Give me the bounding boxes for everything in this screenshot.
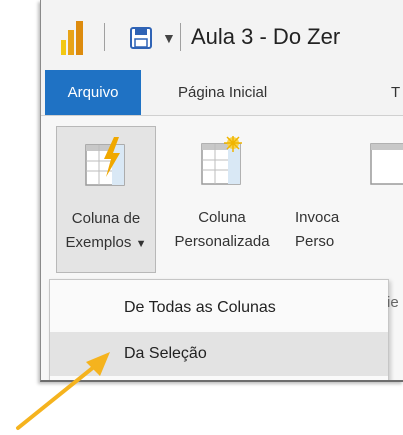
menu-item-da-selecao[interactable]: Da Seleção	[50, 332, 388, 376]
save-icon[interactable]	[130, 27, 152, 49]
chevron-down-icon[interactable]: ▼	[162, 30, 176, 46]
custom-column-button[interactable]: Coluna Personalizada	[167, 126, 277, 271]
dropdown-arrow-icon[interactable]: ▼	[136, 238, 147, 250]
ribbon-tabs: Arquivo Página Inicial T	[41, 70, 403, 115]
tab-pagina-inicial[interactable]: Página Inicial	[178, 70, 267, 115]
button-label-line1: Coluna de	[71, 210, 141, 227]
button-label-line1: Invoca	[295, 209, 340, 226]
ribbon: Coluna de Exemplos ▼ Coluna Personalizad…	[41, 115, 403, 380]
button-label-line1: Coluna	[198, 209, 246, 226]
column-from-examples-button[interactable]: Coluna de Exemplos ▼	[56, 126, 156, 273]
button-label-line2: Exemplos	[65, 234, 132, 251]
invoke-custom-function-button[interactable]: Invoca Perso	[291, 126, 403, 271]
power-bi-logo-icon	[61, 21, 83, 55]
separator	[104, 23, 105, 51]
custom-column-icon	[201, 136, 242, 185]
tab-partial[interactable]: T	[391, 70, 400, 115]
power-query-window: ▼ Aula 3 - Do Zer Arquivo Página Inicial…	[40, 0, 403, 382]
button-label-line2: Perso	[295, 233, 335, 250]
column-from-examples-icon	[85, 137, 125, 186]
invoke-custom-function-icon	[370, 143, 403, 185]
separator	[180, 23, 181, 51]
button-label-line2: Personalizada	[174, 233, 270, 250]
menu-item-de-todas-as-colunas[interactable]: De Todas as Colunas	[50, 286, 388, 330]
partial-label: ie	[387, 294, 399, 311]
window-title: Aula 3 - Do Zer	[191, 24, 341, 49]
tab-arquivo[interactable]: Arquivo	[45, 70, 141, 115]
column-from-examples-dropdown: De Todas as Colunas Da Seleção	[49, 279, 389, 380]
